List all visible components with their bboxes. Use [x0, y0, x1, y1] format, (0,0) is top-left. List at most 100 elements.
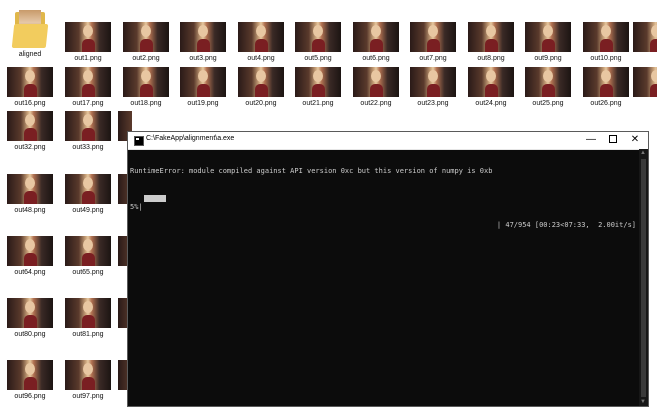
console-window[interactable]: C:\FakeApp\alignment\a.exe — ✕ RuntimeEr…: [127, 131, 649, 407]
desktop-file[interactable]: out97.png: [60, 360, 116, 401]
desktop-item-label: out4.png: [247, 55, 275, 62]
image-thumbnail-icon: [123, 67, 169, 97]
image-thumbnail-icon: [583, 67, 629, 97]
desktop-file[interactable]: out19.png: [175, 67, 231, 108]
desktop-item-label: out24.png: [475, 100, 507, 107]
desktop-item-label: out33.png: [72, 144, 104, 151]
desktop-file[interactable]: out7.png: [405, 22, 461, 63]
desktop-file[interactable]: out24.png: [463, 67, 519, 108]
desktop-item-label: out2.png: [132, 55, 160, 62]
desktop-file[interactable]: out80.png: [2, 298, 58, 339]
scrollbar-thumb[interactable]: [641, 159, 646, 397]
desktop-item-label: out25.png: [532, 100, 564, 107]
image-thumbnail-icon: [583, 22, 629, 52]
desktop-item-label: out6.png: [362, 55, 390, 62]
console-line-error: RuntimeError: module compiled against AP…: [130, 167, 493, 175]
minimize-button[interactable]: —: [580, 132, 602, 148]
desktop-file[interactable]: out1.png: [60, 22, 116, 63]
desktop-file[interactable]: out96.png: [2, 360, 58, 401]
desktop-item-label: out16.png: [14, 100, 46, 107]
desktop-file[interactable]: out6.png: [348, 22, 404, 63]
image-thumbnail-icon: [353, 67, 399, 97]
image-thumbnail-icon: [7, 111, 53, 141]
desktop-file[interactable]: out48.png: [2, 174, 58, 215]
desktop-file[interactable]: out33.png: [60, 111, 116, 152]
desktop-file[interactable]: out65.png: [60, 236, 116, 277]
desktop-item-label: out20.png: [245, 100, 277, 107]
image-thumbnail-icon: [7, 298, 53, 328]
console-scrollbar[interactable]: ▲ ▼: [639, 149, 648, 406]
desktop-item-label: out3.png: [189, 55, 217, 62]
desktop-file[interactable]: [633, 22, 657, 52]
image-thumbnail-icon: [7, 67, 53, 97]
window-titlebar[interactable]: C:\FakeApp\alignment\a.exe — ✕: [128, 132, 648, 150]
desktop-file[interactable]: out8.png: [463, 22, 519, 63]
image-thumbnail-icon: [295, 67, 341, 97]
desktop-item-label: out17.png: [72, 100, 104, 107]
image-thumbnail-icon: [468, 22, 514, 52]
desktop-file[interactable]: out3.png: [175, 22, 231, 63]
image-thumbnail-icon: [65, 111, 111, 141]
desktop-item-label: out26.png: [590, 100, 622, 107]
window-title: C:\FakeApp\alignment\a.exe: [146, 135, 235, 142]
close-button[interactable]: ✕: [624, 132, 646, 148]
image-thumbnail-icon: [123, 22, 169, 52]
console-output[interactable]: RuntimeError: module compiled against AP…: [130, 149, 638, 406]
desktop-item-label: out19.png: [187, 100, 219, 107]
desktop-file[interactable]: out17.png: [60, 67, 116, 108]
image-thumbnail-icon: [353, 22, 399, 52]
desktop-item-label: out22.png: [360, 100, 392, 107]
image-thumbnail-icon: [7, 360, 53, 390]
image-thumbnail-icon: [180, 22, 226, 52]
desktop-item-label: out32.png: [14, 144, 46, 151]
image-thumbnail-icon: [65, 67, 111, 97]
desktop-item-label: out23.png: [417, 100, 449, 107]
desktop-file[interactable]: out4.png: [233, 22, 289, 63]
image-thumbnail-icon: [525, 67, 571, 97]
desktop-file[interactable]: out49.png: [60, 174, 116, 215]
desktop-file[interactable]: out5.png: [290, 22, 346, 63]
image-thumbnail-icon: [180, 67, 226, 97]
scroll-down-arrow-icon[interactable]: ▼: [640, 399, 646, 405]
desktop-item-label: out10.png: [590, 55, 622, 62]
desktop-file[interactable]: out22.png: [348, 67, 404, 108]
desktop-item-label: out5.png: [304, 55, 332, 62]
desktop-item-label: out49.png: [72, 207, 104, 214]
desktop-folder-aligned[interactable]: aligned: [2, 8, 58, 59]
desktop-file[interactable]: out25.png: [520, 67, 576, 108]
desktop-file[interactable]: out32.png: [2, 111, 58, 152]
console-line-progress: 5%| | 47/954 [00:23<07:33, 2.00it/s]: [130, 194, 638, 229]
folder-icon: [11, 8, 49, 48]
maximize-icon: [609, 135, 617, 144]
image-thumbnail-icon: [65, 236, 111, 266]
desktop-file[interactable]: out16.png: [2, 67, 58, 108]
desktop-item-label: out81.png: [72, 331, 104, 338]
desktop-item-label: out7.png: [419, 55, 447, 62]
desktop-file[interactable]: out10.png: [578, 22, 634, 63]
desktop-file[interactable]: out21.png: [290, 67, 346, 108]
desktop-file[interactable]: out9.png: [520, 22, 576, 63]
desktop-item-label: aligned: [18, 51, 42, 58]
image-thumbnail-icon: [295, 22, 341, 52]
desktop-file[interactable]: out26.png: [578, 67, 634, 108]
desktop-file[interactable]: out18.png: [118, 67, 174, 108]
desktop-item-label: out65.png: [72, 269, 104, 276]
image-thumbnail-icon: [410, 22, 456, 52]
image-thumbnail-icon: [238, 22, 284, 52]
image-thumbnail-icon: [238, 67, 284, 97]
desktop-file[interactable]: out81.png: [60, 298, 116, 339]
desktop-file[interactable]: out2.png: [118, 22, 174, 63]
desktop-file[interactable]: [633, 67, 657, 97]
desktop-item-label: out8.png: [477, 55, 505, 62]
maximize-button[interactable]: [602, 132, 624, 148]
desktop-file[interactable]: out64.png: [2, 236, 58, 277]
desktop-item-label: out97.png: [72, 393, 104, 400]
image-thumbnail-icon: [65, 22, 111, 52]
image-thumbnail-icon: [7, 236, 53, 266]
image-thumbnail-icon: [7, 174, 53, 204]
desktop-file[interactable]: out20.png: [233, 67, 289, 108]
image-thumbnail-icon: [65, 298, 111, 328]
desktop-file[interactable]: out23.png: [405, 67, 461, 108]
scroll-up-arrow-icon[interactable]: ▲: [640, 150, 646, 156]
desktop-item-label: out64.png: [14, 269, 46, 276]
